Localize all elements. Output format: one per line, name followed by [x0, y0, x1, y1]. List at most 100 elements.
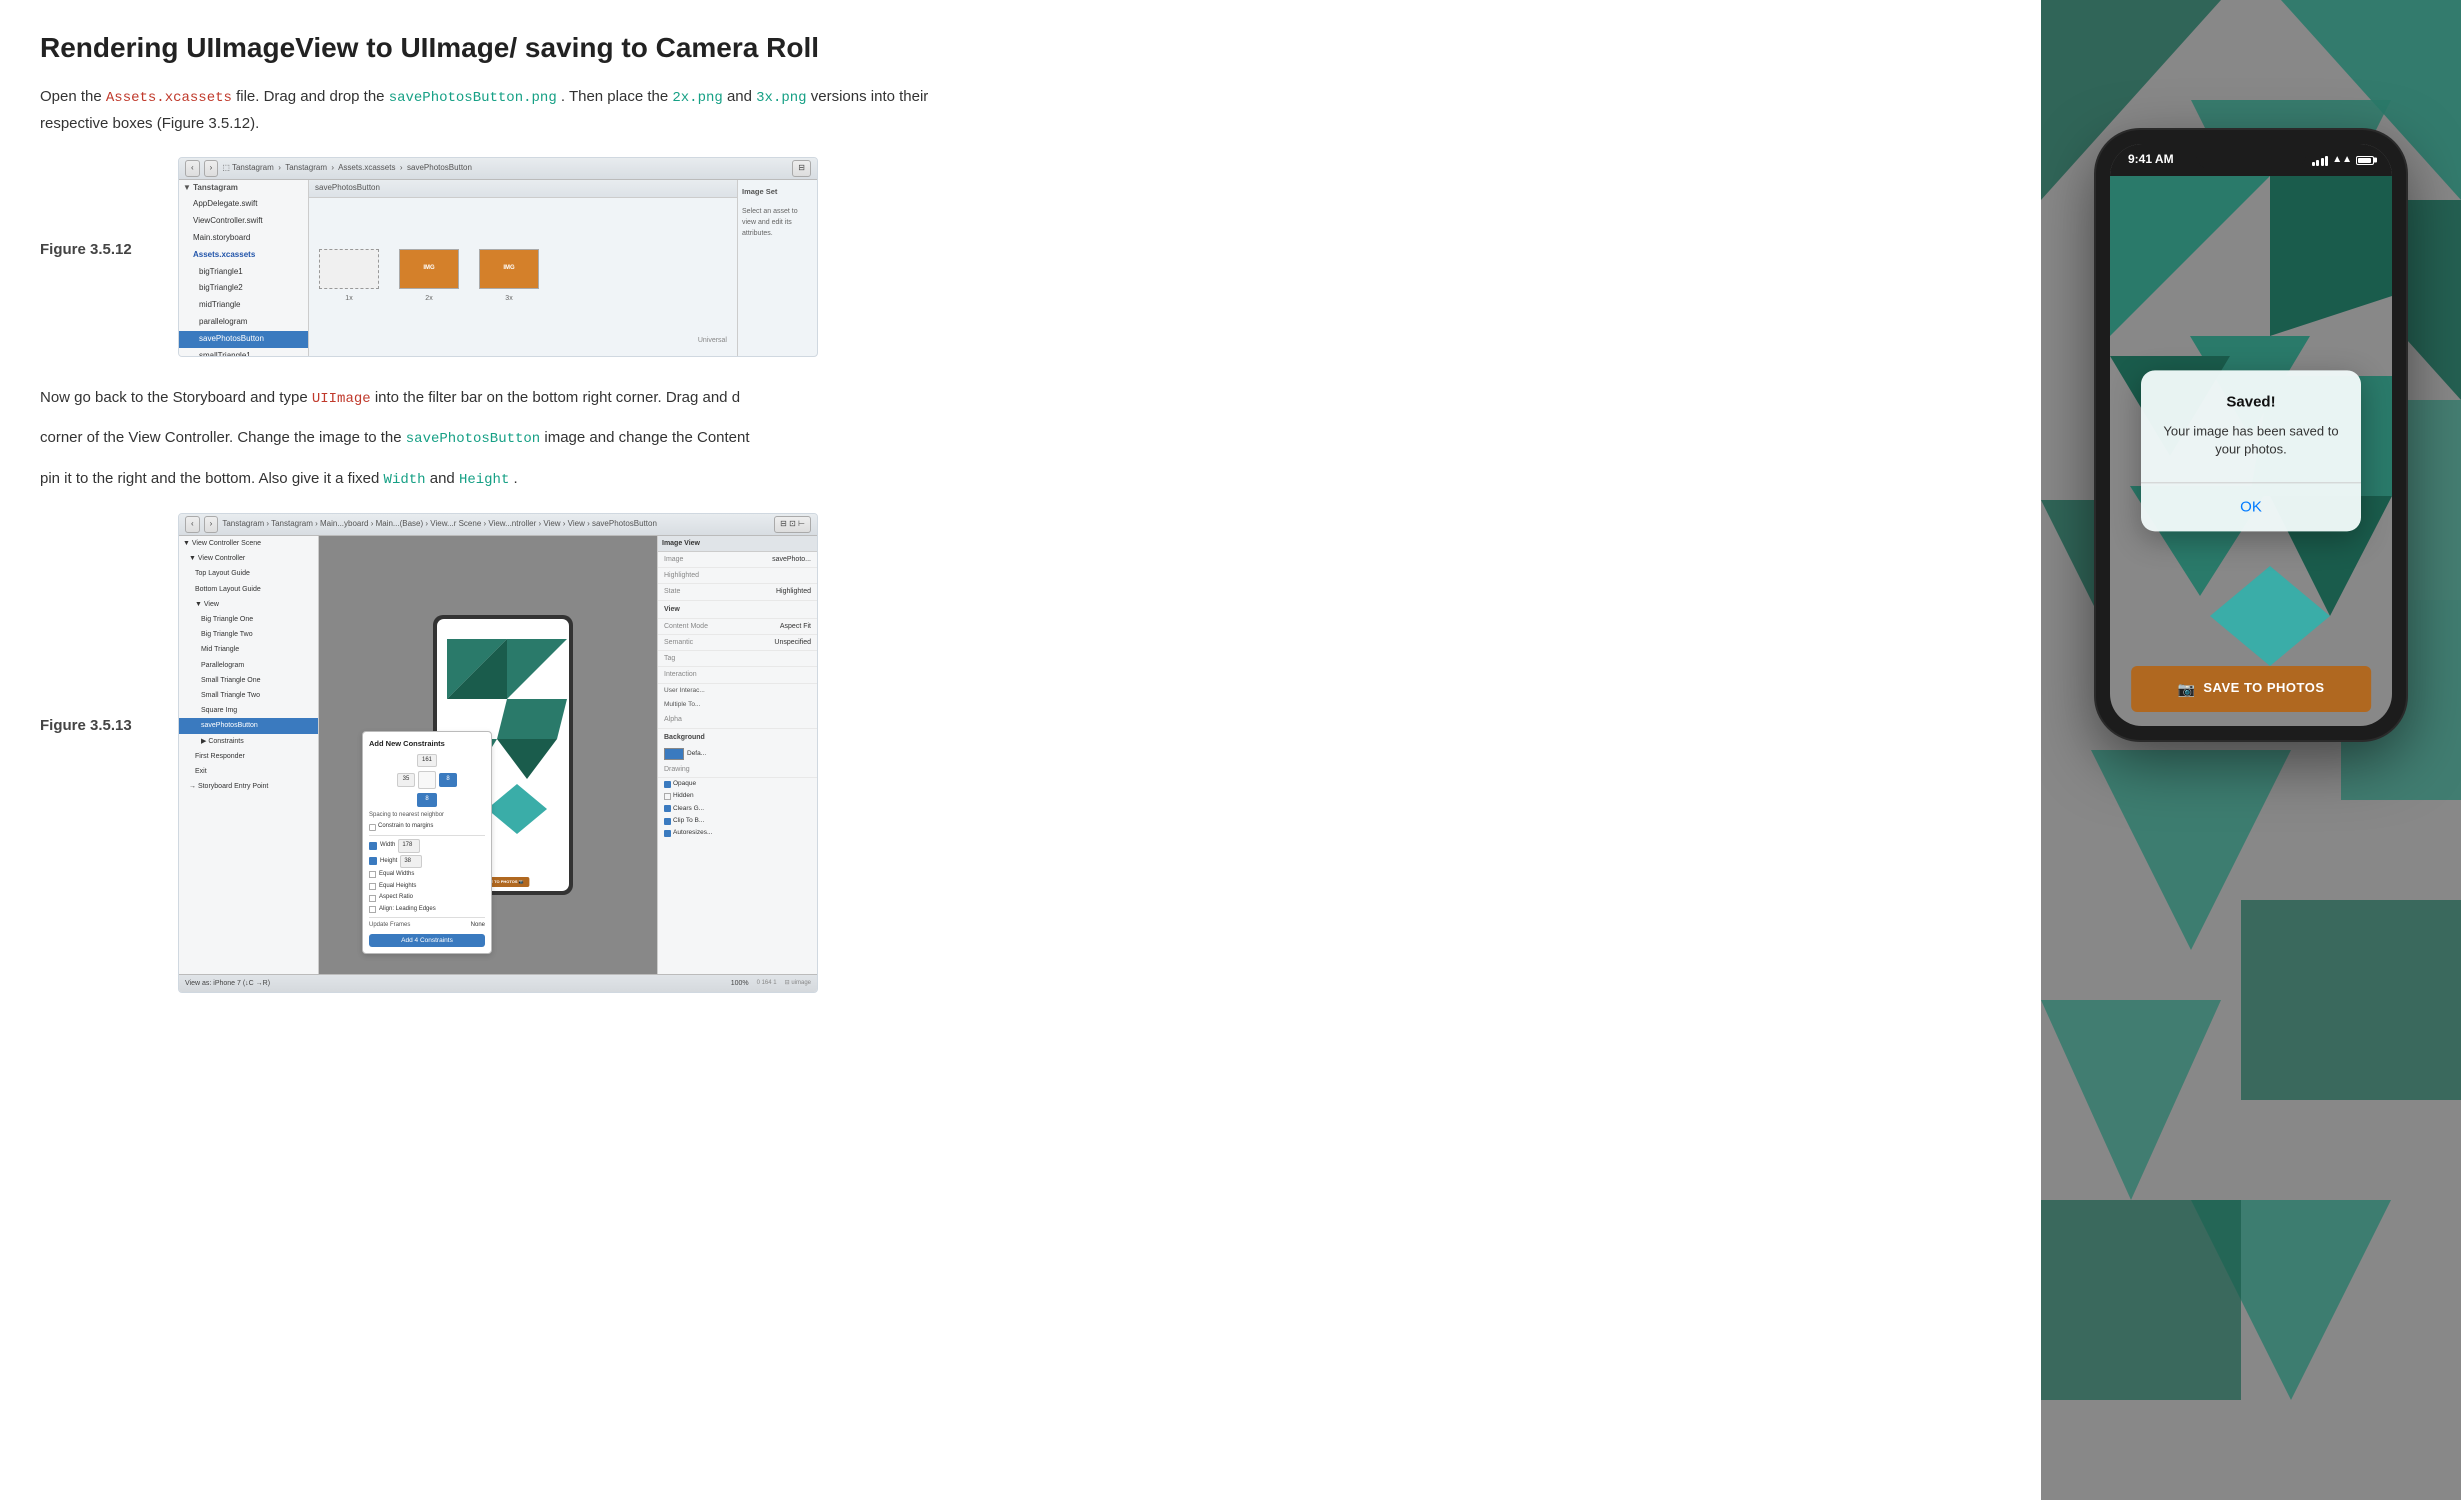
- sidebar-item-smalltri1[interactable]: smallTriangle1: [179, 348, 308, 356]
- figure-3513-screenshot: ‹ › Tanstagram › Tanstagram › Main...ybo…: [178, 513, 818, 993]
- sb-vc[interactable]: ▼ View Controller: [179, 551, 318, 566]
- height-checkbox[interactable]: [369, 857, 377, 865]
- sb-parallelogram[interactable]: Parallelogram: [179, 658, 318, 673]
- save-photos-button-link-1[interactable]: savePhotosButton.png: [389, 90, 557, 106]
- asset-box-2x[interactable]: IMG: [399, 249, 459, 289]
- constraint-left-input[interactable]: 35: [397, 773, 415, 787]
- asset-box-1x[interactable]: [319, 249, 379, 289]
- width-label: Width: [380, 841, 395, 851]
- sb-constraints[interactable]: ▶ Constraints: [179, 734, 318, 749]
- update-frames-label: Update Frames: [369, 921, 410, 931]
- assets-xcassets-link[interactable]: Assets.xcassets: [106, 90, 232, 106]
- add-constraints-button[interactable]: Add 4 Constraints: [369, 934, 485, 947]
- figure-3513-row: Figure 3.5.13 ‹ › Tanstagram › Tanstagra…: [40, 513, 940, 993]
- nav-back-2[interactable]: ‹: [185, 516, 200, 533]
- inspector-hint: Select an asset to view and edit its att…: [742, 206, 813, 240]
- sidebar-item-bigtri1[interactable]: bigTriangle1: [179, 264, 308, 281]
- sb-savephotos[interactable]: savePhotosButton: [179, 718, 318, 733]
- sidebar-item-savephotos[interactable]: savePhotosButton: [179, 331, 308, 348]
- opaque-check[interactable]: [664, 781, 671, 788]
- sidebar-item-main-story[interactable]: Main.storyboard: [179, 230, 308, 247]
- sb-bottom-layout[interactable]: Bottom Layout Guide: [179, 582, 318, 597]
- sb-top-layout[interactable]: Top Layout Guide: [179, 566, 318, 581]
- align-checkbox[interactable]: [369, 906, 376, 913]
- autoresize-check[interactable]: [664, 830, 671, 837]
- 2x-link[interactable]: 2x.png: [672, 90, 722, 106]
- aspect-checkbox[interactable]: [369, 895, 376, 902]
- inspector-image-value: savePhoto...: [772, 554, 811, 565]
- 3x-link[interactable]: 3x.png: [756, 90, 806, 106]
- phone-body: 9:41 AM ▲▲: [2096, 130, 2406, 740]
- sidebar-item-assets[interactable]: Assets.xcassets: [179, 247, 308, 264]
- width-checkbox[interactable]: [369, 842, 377, 850]
- aspect-label: Aspect Ratio: [379, 893, 413, 903]
- inspector-toggle-2[interactable]: ⊟ ⊡ ⊢: [774, 516, 811, 533]
- inspector-state-row: State Highlighted: [658, 584, 817, 600]
- inspector-interaction-row: Interaction: [658, 667, 817, 683]
- bg-color-swatch[interactable]: [664, 748, 684, 760]
- alert-ok-button[interactable]: OK: [2141, 484, 2361, 532]
- asset-name-label: savePhotosButton: [315, 182, 380, 195]
- notch: [2196, 144, 2306, 170]
- sb-entry[interactable]: → Storyboard Entry Point: [179, 779, 318, 794]
- assets-sidebar: ▼ Tanstagram AppDelegate.swift ViewContr…: [179, 180, 309, 356]
- sqh-checkbox[interactable]: [369, 883, 376, 890]
- update-frames-value: None: [471, 921, 485, 931]
- nav-back[interactable]: ‹: [185, 160, 200, 177]
- constraint-bottom-input[interactable]: 8: [417, 793, 437, 807]
- width-value[interactable]: 178: [398, 839, 420, 853]
- constraints-bottom-row: 8: [369, 793, 485, 807]
- sb-bigtri2[interactable]: Big Triangle Two: [179, 627, 318, 642]
- aspect-row: Aspect Ratio: [369, 893, 485, 903]
- nav-forward-2[interactable]: ›: [204, 516, 219, 533]
- height-value[interactable]: 38: [400, 855, 422, 869]
- UIImage-link[interactable]: UIImage: [312, 391, 371, 407]
- constraint-right-input[interactable]: 8: [439, 773, 457, 787]
- sb-scene[interactable]: ▼ View Controller Scene: [179, 536, 318, 551]
- view-as-text: View as: iPhone 7 (↓C →R): [185, 978, 270, 989]
- margins-checkbox[interactable]: [369, 824, 376, 831]
- paragraph-2c: pin it to the right and the bottom. Also…: [40, 466, 940, 493]
- inspector-toggle[interactable]: ⊟: [792, 160, 811, 177]
- bottom-right-info: ⊟ uimage: [785, 979, 811, 989]
- sb-midtri[interactable]: Mid Triangle: [179, 642, 318, 657]
- save-to-photos-button[interactable]: 📷 SAVE TO PHOTOS: [2131, 666, 2371, 712]
- sb-exit[interactable]: Exit: [179, 764, 318, 779]
- wifi-icon: ▲▲: [2332, 152, 2352, 168]
- width-link[interactable]: Width: [384, 472, 426, 488]
- sb-smalltri1[interactable]: Small Triangle One: [179, 673, 318, 688]
- sb-first-responder[interactable]: First Responder: [179, 749, 318, 764]
- constraint-top-input[interactable]: 161: [417, 754, 437, 768]
- nav-forward[interactable]: ›: [204, 160, 219, 177]
- save-photos-btn-link-2[interactable]: savePhotosButton: [406, 431, 540, 447]
- inspector-semantic-label: Semantic: [664, 637, 693, 648]
- para2c-and: and: [430, 470, 459, 487]
- breadcrumb-3512: ⬚ Tanstagram › Tanstagram › Assets.xcass…: [222, 162, 472, 175]
- sidebar-item-midtri[interactable]: midTriangle: [179, 297, 308, 314]
- status-time: 9:41 AM: [2128, 150, 2174, 169]
- constraints-middle-row: 35 8: [369, 771, 485, 789]
- sidebar-item-viewctrl[interactable]: ViewController.swift: [179, 213, 308, 230]
- autoresize-row: Autoresizes...: [658, 827, 817, 839]
- constrain-margins-row: Constrain to margins: [369, 822, 485, 832]
- sidebar-item-bigtri2[interactable]: bigTriangle2: [179, 280, 308, 297]
- sqw-checkbox[interactable]: [369, 871, 376, 878]
- height-link[interactable]: Height: [459, 472, 509, 488]
- inspector-alpha-row: Alpha: [658, 712, 817, 728]
- asset-slot-3x: IMG 3x: [479, 249, 539, 304]
- clears-check[interactable]: [664, 805, 671, 812]
- hidden-check[interactable]: [664, 793, 671, 800]
- phone-background: 9:41 AM ▲▲: [2041, 0, 2461, 1500]
- alert-body: Saved! Your image has been saved to your…: [2141, 370, 2361, 468]
- battery-icon: [2356, 156, 2374, 165]
- sb-squareimg[interactable]: Square Img: [179, 703, 318, 718]
- sb-bigtri1[interactable]: Big Triangle One: [179, 612, 318, 627]
- sb-smalltri2[interactable]: Small Triangle Two: [179, 688, 318, 703]
- clip-check[interactable]: [664, 818, 671, 825]
- sb-view[interactable]: ▼ View: [179, 597, 318, 612]
- sidebar-item-parallelogram[interactable]: parallelogram: [179, 314, 308, 331]
- figure-3512-image: ‹ › ⬚ Tanstagram › Tanstagram › Assets.x…: [178, 157, 940, 357]
- asset-box-3x[interactable]: IMG: [479, 249, 539, 289]
- sidebar-item-appdel[interactable]: AppDelegate.swift: [179, 196, 308, 213]
- view-section-header: View: [658, 601, 817, 619]
